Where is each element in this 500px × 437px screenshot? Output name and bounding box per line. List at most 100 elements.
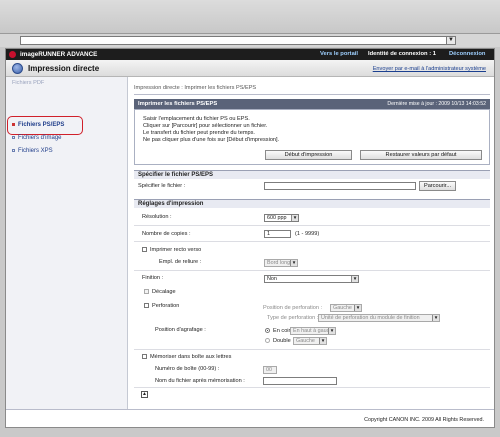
browser-toolbar [0,0,500,34]
panel-title: Imprimer les fichiers PS/EPS [138,101,218,107]
punch-position-label: Position de perforation : [263,305,323,311]
copies-input[interactable]: 1 [264,230,291,238]
brand-bar: imageRUNNER ADVANCE Vers le portail Iden… [6,49,494,60]
divider [134,225,490,226]
sidebar-item-ps-eps[interactable]: Fichiers PS/EPS [12,122,64,128]
offset-checkbox[interactable] [144,289,149,294]
box-number-value: 00 [266,367,272,373]
divider [134,241,490,242]
chevron-down-icon: ▼ [354,305,361,311]
app-window: imageRUNNER ADVANCE Vers le portail Iden… [5,48,495,428]
chevron-down-icon: ▼ [432,315,439,321]
bullet-icon [12,148,15,152]
finishing-label: Finition : [142,275,164,281]
last-update: Dernière mise à jour : 2009 10/13 14:03:… [387,101,486,107]
print-panel-header: Imprimer les fichiers PS/EPS Dernière mi… [134,99,490,109]
browse-button[interactable]: Parcourir... [419,181,456,191]
chevron-down-icon: ▼ [319,338,326,344]
instruction-line: Le transfert du fichier peut prendre du … [143,130,255,136]
address-row: ▼ [0,34,500,47]
page-title: Impression directe [28,64,100,73]
sidebar-item-xps[interactable]: Fichiers XPS [12,148,53,154]
punch-checkbox[interactable] [144,303,149,308]
punch-position-value: Gauche [333,305,352,311]
main-content: Impression directe : Imprimer les fichie… [129,77,494,409]
punch-label: Perforation [152,303,180,309]
file-section-title: Spécifier le fichier PS/EPS [138,172,214,178]
footer: Copyright CANON INC. 2009 All Rights Res… [6,409,494,427]
direct-print-icon [12,63,23,74]
offset-label: Décalage [152,289,176,295]
duplex-label: Imprimer recto verso [150,247,202,253]
box-number-label: Numéro de boîte (00-99) : [155,366,220,372]
portal-link[interactable]: Vers le portail [320,51,358,57]
email-admin-link[interactable]: Envoyer par e-mail à l'administrateur sy… [373,66,486,72]
breadcrumb-divider [134,94,490,95]
page-header: Impression directe Envoyer par e-mail à … [6,60,494,77]
restore-defaults-button[interactable]: Restaurer valeurs par défaut [360,150,482,160]
copies-label: Nombre de copies : [142,231,191,237]
divider [134,349,490,350]
settings-section-header: Réglages d'impression [134,199,490,208]
sidebar-item-label: Fichiers XPS [18,148,53,154]
bullet-icon [12,135,15,139]
divider [134,387,490,388]
corner-label: En coin [273,328,292,334]
instruction-line: Saisir l'emplacement du fichier PS ou EP… [143,116,250,122]
binding-label: Empl. de reliure : [159,259,202,265]
sidebar-item-images[interactable]: Fichiers d'image [12,135,62,141]
double-select[interactable]: Gauche ▼ [293,337,327,345]
sidebar-item-label: Fichiers PS/EPS [18,122,65,128]
store-mailbox-checkbox[interactable] [142,354,147,359]
file-section-header: Spécifier le fichier PS/EPS [134,170,490,179]
resolution-label: Résolution : [142,214,172,220]
store-mailbox-label: Mémoriser dans boîte aux lettres [150,354,232,360]
sidebar-item-pdf[interactable]: Fichiers PDF [12,80,44,86]
bullet-icon [12,122,15,126]
staple-position-label: Position d'agrafage : [155,327,206,333]
chevron-down-icon: ▼ [351,276,358,282]
punch-position-select[interactable]: Gauche ▼ [330,304,362,312]
corner-select[interactable]: En haut à gauche ▼ [290,327,336,335]
resolution-select[interactable]: 600 ppp ▼ [264,214,299,222]
resolution-value: 600 ppp [267,215,287,221]
sidebar: Fichiers PDF Fichiers PS/EPS Fichiers d'… [6,77,128,409]
chevron-down-icon: ▼ [328,328,335,334]
logout-link[interactable]: Déconnexion [449,51,485,57]
chevron-down-icon: ▼ [291,215,298,221]
file-label: Spécifier le fichier : [138,183,186,189]
stored-name-label: Nom du fichier après mémorisation : [155,378,245,384]
scroll-top-icon[interactable]: ▲ [141,391,148,398]
punch-type-select[interactable]: Unité de perforation du module de finiti… [318,314,440,322]
double-label: Double [273,338,291,344]
copies-range: (1 - 9999) [295,231,320,237]
print-panel-body: Saisir l'emplacement du fichier PS ou EP… [134,109,490,165]
file-path-input[interactable] [264,182,416,190]
staple-corner-radio[interactable] [265,328,270,333]
address-dropdown-button[interactable]: ▼ [446,36,456,45]
punch-type-label: Type de perforation : [267,315,319,321]
instruction-line: Cliquer sur [Parcourir] pour sélectionne… [143,123,268,129]
settings-section-title: Réglages d'impression [138,201,204,207]
double-value: Gauche [296,338,315,344]
finishing-select[interactable]: Non ▼ [264,275,359,283]
chevron-down-icon: ▼ [290,260,297,266]
copyright: Copyright CANON INC. 2009 All Rights Res… [364,417,484,423]
binding-value: Bord long [267,260,291,266]
stored-name-input[interactable] [263,377,337,385]
sidebar-item-label: Fichiers d'image [18,135,62,141]
punch-type-value: Unité de perforation du module de finiti… [321,315,420,321]
finishing-value: Non [267,276,277,282]
duplex-checkbox[interactable] [142,247,147,252]
staple-double-radio[interactable] [265,338,270,343]
canon-logo-icon [9,51,16,58]
box-number-select[interactable]: 00 [263,366,277,374]
start-print-button[interactable]: Début d'impression [265,150,352,160]
binding-select[interactable]: Bord long ▼ [264,259,298,267]
brand-name: imageRUNNER ADVANCE [20,51,98,58]
instruction-line: Ne pas cliquer plus d'une fois sur [Débu… [143,137,280,143]
divider [134,270,490,271]
login-info: Identité de connexion : 1 [368,51,436,57]
address-bar[interactable] [20,36,456,45]
breadcrumb: Impression directe : Imprimer les fichie… [134,85,257,91]
